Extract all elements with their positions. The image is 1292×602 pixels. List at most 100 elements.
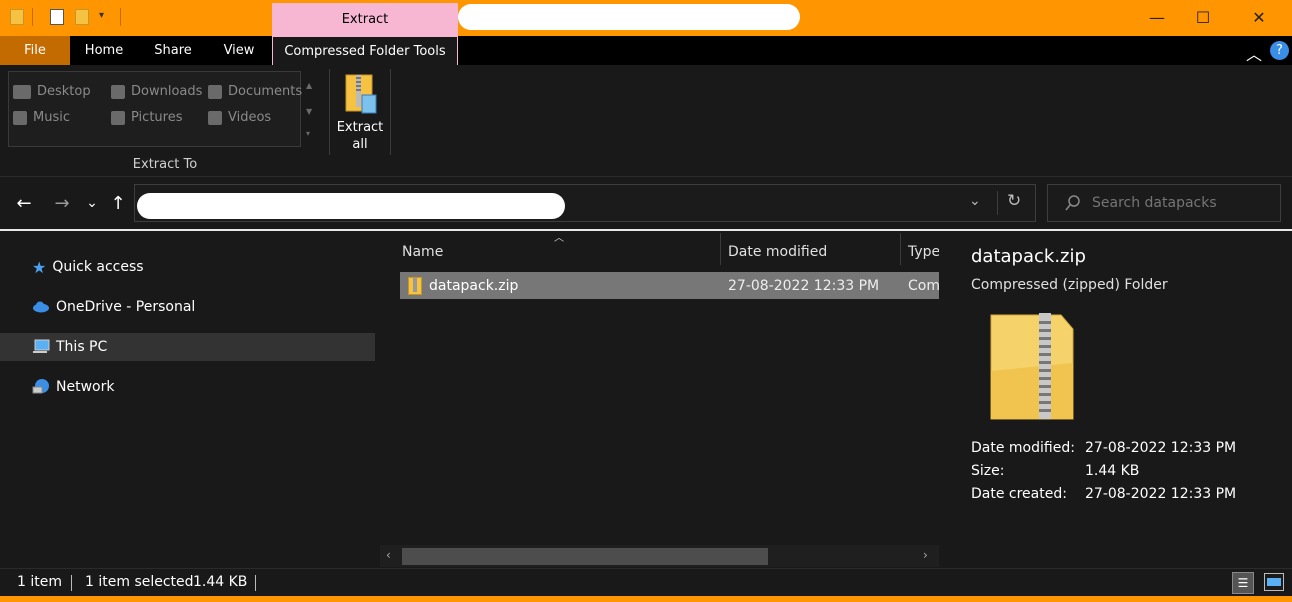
- divider: [390, 69, 391, 155]
- sort-ascending-icon: ︿: [554, 233, 564, 244]
- videos-icon: [208, 110, 222, 125]
- recent-locations-button[interactable]: ⌄: [80, 191, 104, 215]
- music-icon: [13, 110, 27, 125]
- scroll-down-icon[interactable]: ▼: [306, 107, 312, 116]
- network-icon: [32, 379, 49, 394]
- nav-item-quick-access[interactable]: ★ Quick access: [0, 253, 375, 281]
- pictures-icon: [111, 110, 125, 125]
- star-icon: ★: [32, 257, 47, 277]
- scroll-up-icon[interactable]: ▲: [306, 81, 312, 90]
- nav-item-network[interactable]: Network: [0, 373, 375, 401]
- nav-item-label: OneDrive - Personal: [56, 299, 196, 315]
- gallery-item-videos[interactable]: Videos: [208, 110, 271, 125]
- redacted-address-path: [137, 193, 565, 219]
- properties-icon[interactable]: [50, 9, 64, 25]
- search-input[interactable]: [1092, 195, 1272, 211]
- gallery-item-label: Videos: [228, 110, 272, 125]
- details-view-icon[interactable]: ☰: [1232, 572, 1254, 594]
- ribbon-tab-bar: File Home Share View Compressed Folder T…: [0, 36, 1292, 65]
- back-button[interactable]: ←: [12, 191, 36, 215]
- tab-compressed-folder-tools[interactable]: Compressed Folder Tools: [272, 36, 458, 65]
- tab-home[interactable]: Home: [70, 36, 138, 65]
- file-type: Com: [908, 277, 940, 294]
- forward-button[interactable]: →: [50, 191, 74, 215]
- extract-all-button[interactable]: Extract all: [332, 69, 388, 155]
- gallery-item-desktop[interactable]: Desktop: [13, 84, 91, 99]
- folder-icon: [10, 9, 24, 25]
- nav-item-this-pc[interactable]: This PC: [0, 333, 375, 361]
- nav-item-onedrive[interactable]: OneDrive - Personal: [0, 293, 375, 321]
- nav-item-label: Quick access: [52, 259, 144, 275]
- tab-view[interactable]: View: [208, 36, 270, 65]
- scrollbar-thumb[interactable]: [402, 548, 768, 565]
- column-header-date-modified[interactable]: Date modified: [728, 239, 827, 265]
- status-item-count: 1 item: [17, 574, 62, 590]
- desktop-icon: [13, 84, 31, 99]
- scroll-right-icon[interactable]: ›: [923, 548, 928, 562]
- prop-label-size: Size:: [971, 463, 1005, 479]
- close-button[interactable]: ✕: [1236, 0, 1282, 34]
- more-icon[interactable]: ▾: [306, 129, 310, 138]
- gallery-item-pictures[interactable]: Pictures: [111, 110, 182, 125]
- gallery-item-music[interactable]: Music: [13, 110, 70, 125]
- ribbon: Desktop Downloads Documents Music Pictur…: [0, 65, 1292, 177]
- minimize-button[interactable]: —: [1134, 0, 1180, 34]
- divider: [329, 69, 330, 155]
- column-divider[interactable]: [720, 233, 721, 265]
- status-size: 1.44 KB: [193, 574, 248, 590]
- address-dropdown-icon[interactable]: ⌄: [969, 193, 981, 209]
- preview-pane: datapack.zip Compressed (zipped) Folder …: [939, 231, 1292, 568]
- column-header-name[interactable]: Name: [402, 239, 443, 265]
- extract-to-gallery: Desktop Downloads Documents Music Pictur…: [8, 71, 302, 147]
- large-icons-view-icon[interactable]: [1264, 573, 1284, 591]
- prop-value-date-created: 27-08-2022 12:33 PM: [1085, 486, 1237, 502]
- file-name: datapack.zip: [429, 277, 519, 294]
- tab-file[interactable]: File: [0, 36, 70, 65]
- group-label-extract-to: Extract To: [132, 157, 198, 172]
- gallery-scroll[interactable]: ▲ ▼ ▾: [301, 71, 319, 147]
- nav-item-label: This PC: [56, 339, 108, 355]
- downloads-icon: [111, 84, 125, 99]
- divider: [71, 575, 72, 591]
- horizontal-scrollbar[interactable]: ‹ ›: [380, 545, 939, 567]
- column-divider[interactable]: [900, 233, 901, 265]
- file-list: ︿ Name Date modified Type datapack.zip 2…: [380, 231, 940, 568]
- redacted-window-title: [458, 4, 800, 30]
- gallery-item-label: Downloads: [131, 84, 203, 99]
- tab-share[interactable]: Share: [138, 36, 208, 65]
- file-date-modified: 27-08-2022 12:33 PM: [728, 277, 880, 294]
- chevron-up-icon[interactable]: ︿: [1246, 41, 1262, 65]
- address-bar[interactable]: ⌄ ↻: [134, 184, 1036, 222]
- maximize-button[interactable]: ☐: [1180, 0, 1226, 34]
- search-box[interactable]: [1047, 184, 1281, 222]
- extract-all-label: Extract all: [336, 120, 384, 152]
- gallery-item-downloads[interactable]: Downloads: [111, 84, 202, 99]
- cloud-icon: [33, 301, 49, 313]
- gallery-item-label: Documents: [228, 84, 303, 99]
- navigation-bar: ← → ⌄ ↑ ⌄ ↻: [0, 178, 1292, 228]
- prop-value-size: 1.44 KB: [1085, 463, 1140, 479]
- customize-quick-access-icon[interactable]: ▾: [99, 10, 104, 21]
- nav-item-label: Network: [56, 379, 115, 395]
- navigation-pane: ★ Quick access OneDrive - Personal This …: [0, 231, 380, 568]
- computer-icon: [33, 339, 50, 353]
- title-bar: ▾ Extract — ☐ ✕: [0, 0, 1292, 36]
- column-header-type[interactable]: Type: [908, 239, 940, 265]
- context-tab-extract: Extract: [272, 3, 458, 36]
- divider: [255, 575, 256, 591]
- status-selected: 1 item selected: [85, 574, 194, 590]
- gallery-item-label: Pictures: [131, 110, 183, 125]
- divider: [997, 191, 998, 215]
- zip-folder-icon: [990, 313, 1074, 420]
- new-folder-icon[interactable]: [75, 9, 89, 25]
- up-button[interactable]: ↑: [106, 191, 130, 215]
- file-row[interactable]: datapack.zip 27-08-2022 12:33 PM Com: [400, 272, 940, 299]
- search-icon: [1065, 195, 1080, 211]
- gallery-item-label: Desktop: [37, 84, 91, 99]
- help-icon[interactable]: ?: [1270, 41, 1289, 60]
- zip-file-icon: [408, 276, 422, 295]
- scroll-left-icon[interactable]: ‹: [386, 548, 391, 562]
- zip-folder-icon: [345, 74, 377, 114]
- refresh-icon[interactable]: ↻: [1007, 191, 1021, 211]
- gallery-item-documents[interactable]: Documents: [208, 84, 302, 99]
